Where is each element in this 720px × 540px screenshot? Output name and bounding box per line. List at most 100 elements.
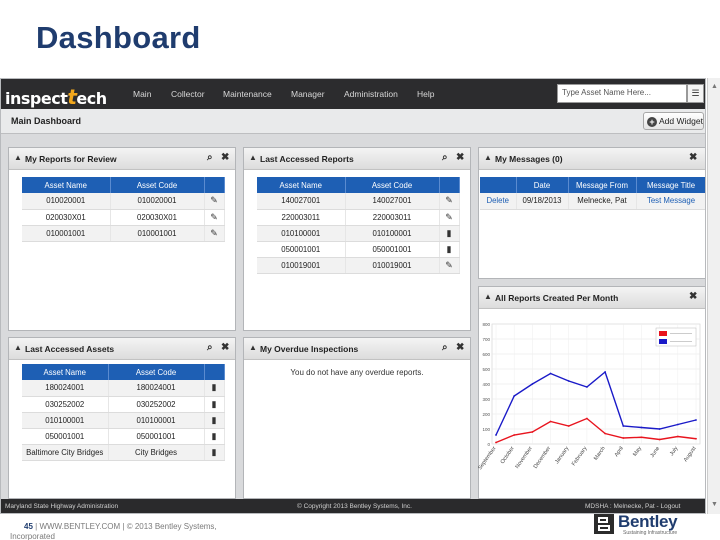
column-header[interactable]: Message Title: [636, 177, 705, 193]
table-row[interactable]: 010020001 010020001 ✎: [22, 193, 225, 210]
close-icon[interactable]: ✖: [456, 342, 464, 353]
table-row[interactable]: 010100001 010100001 ▮: [22, 412, 225, 429]
legend-swatch: [659, 339, 667, 344]
collapse-icon[interactable]: ▲: [249, 343, 257, 352]
x-tick-label: April: [614, 446, 625, 458]
edit-report-icon[interactable]: ✎: [204, 225, 225, 242]
add-widget-button[interactable]: + Add Widget: [643, 112, 704, 130]
edit-report-icon[interactable]: ✎: [439, 193, 460, 210]
table-row[interactable]: Baltimore City Bridges City Bridges ▮: [22, 444, 225, 461]
table-row[interactable]: 050001001 050001001 ▮: [22, 428, 225, 445]
nav-help[interactable]: Help: [417, 79, 434, 109]
table-row[interactable]: 010019001 010019001 ✎: [257, 257, 460, 274]
nav-main[interactable]: Main: [133, 79, 151, 109]
collapse-icon[interactable]: ▲: [249, 153, 257, 162]
document-icon[interactable]: ▮: [204, 380, 225, 397]
scroll-down-icon[interactable]: ▼: [710, 500, 719, 509]
data-point: [567, 380, 570, 382]
slide-title: Dashboard: [36, 20, 201, 55]
nav-maintenance[interactable]: Maintenance: [223, 79, 272, 109]
close-icon[interactable]: ✖: [689, 291, 697, 302]
nav-collector[interactable]: Collector: [171, 79, 205, 109]
table-row[interactable]: 020030X01 020030X01 ✎: [22, 209, 225, 226]
y-tick-label: 600: [482, 352, 490, 357]
column-header[interactable]: Asset Name: [22, 364, 109, 380]
add-widget-label: Add Widget: [659, 116, 703, 126]
document-icon[interactable]: ▮: [204, 444, 225, 461]
widget-title: Last Accessed Reports: [260, 154, 354, 164]
data-point: [549, 372, 552, 375]
data-point: [658, 428, 661, 430]
search-icon[interactable]: ⌕: [207, 152, 213, 163]
edit-report-icon[interactable]: ✎: [204, 193, 225, 210]
y-tick-label: 500: [482, 367, 490, 372]
footer-text: | WWW.BENTLEY.COM | © 2013 Bentley Syste…: [35, 522, 217, 531]
column-header[interactable]: Date: [516, 177, 569, 193]
inspecttech-logo[interactable]: inspecttech: [5, 85, 107, 109]
list-icon[interactable]: ☰: [687, 84, 704, 103]
widget-header: ▲ My Messages (0) ✖: [479, 148, 705, 170]
nav-administration[interactable]: Administration: [344, 79, 398, 109]
widget-last-accessed-assets: ▲ Last Accessed Assets ⌕ ✖ Asset Name As…: [8, 337, 236, 499]
page-number: 45: [24, 522, 33, 531]
asset-search-input[interactable]: Type Asset Name Here...: [557, 84, 687, 103]
document-icon[interactable]: ▮: [204, 428, 225, 445]
x-tick-label: June: [650, 446, 662, 459]
document-icon[interactable]: ▮: [439, 225, 460, 242]
table-row[interactable]: 010001001 010001001 ✎: [22, 225, 225, 242]
table-header-row: Asset Name Asset Code: [22, 364, 225, 380]
collapse-icon[interactable]: ▲: [14, 153, 22, 162]
table-row[interactable]: Delete 09/18/2013 Melnecke, Pat Test Mes…: [480, 193, 705, 210]
data-point: [513, 434, 516, 436]
x-tick-label: September: [478, 446, 498, 472]
close-icon[interactable]: ✖: [456, 152, 464, 163]
nav-manager[interactable]: Manager: [291, 79, 325, 109]
widget-title: My Reports for Review: [25, 154, 117, 164]
collapse-icon[interactable]: ▲: [484, 153, 492, 162]
column-header[interactable]: Asset Name: [22, 177, 111, 193]
data-point: [495, 434, 497, 436]
x-tick-label: November: [515, 446, 535, 470]
edit-report-icon[interactable]: ✎: [439, 209, 460, 226]
close-icon[interactable]: ✖: [221, 342, 229, 353]
y-tick-label: 200: [482, 412, 490, 417]
collapse-icon[interactable]: ▲: [484, 292, 492, 301]
table-row[interactable]: 180024001 180024001 ▮: [22, 380, 225, 397]
scroll-up-icon[interactable]: ▲: [710, 82, 719, 91]
document-icon[interactable]: ▮: [204, 396, 225, 413]
cell-asset-code: 050001001: [108, 428, 205, 445]
document-icon[interactable]: ▮: [439, 241, 460, 258]
collapse-icon[interactable]: ▲: [14, 343, 22, 352]
column-header[interactable]: Asset Code: [108, 364, 205, 380]
cell-asset-name: 220003011: [257, 209, 346, 226]
column-header[interactable]: Asset Code: [110, 177, 205, 193]
table-row[interactable]: 010100001 010100001 ▮: [257, 225, 460, 242]
search-icon[interactable]: ⌕: [442, 152, 448, 163]
delete-link[interactable]: Delete: [480, 193, 517, 210]
cell-asset-code: 010019001: [345, 257, 440, 274]
x-tick-label: March: [593, 446, 607, 462]
edit-report-icon[interactable]: ✎: [204, 209, 225, 226]
search-icon[interactable]: ⌕: [442, 342, 448, 353]
table-row[interactable]: 050001001 050001001 ▮: [257, 241, 460, 258]
table-header-row: Asset Name Asset Code: [22, 177, 225, 193]
x-tick-label: February: [571, 446, 589, 468]
column-header[interactable]: Asset Code: [345, 177, 440, 193]
widget-title: Last Accessed Assets: [25, 344, 115, 354]
message-title-link[interactable]: Test Message: [636, 193, 705, 210]
edit-report-icon[interactable]: ✎: [439, 257, 460, 274]
data-point: [531, 431, 534, 433]
close-icon[interactable]: ✖: [689, 152, 697, 163]
search-icon[interactable]: ⌕: [207, 342, 213, 353]
table-row[interactable]: 220003011 220003011 ✎: [257, 209, 460, 226]
cell-from: Melnecke, Pat: [568, 193, 637, 210]
slide-footer-continued: Incorporated: [10, 532, 55, 540]
column-header[interactable]: Message From: [568, 177, 637, 193]
table-row[interactable]: 030252002 030252002 ▮: [22, 396, 225, 413]
data-point: [640, 436, 643, 439]
page-scrollbar[interactable]: ▲ ▼: [707, 78, 720, 514]
column-header[interactable]: Asset Name: [257, 177, 346, 193]
close-icon[interactable]: ✖: [221, 152, 229, 163]
document-icon[interactable]: ▮: [204, 412, 225, 429]
table-row[interactable]: 140027001 140027001 ✎: [257, 193, 460, 210]
